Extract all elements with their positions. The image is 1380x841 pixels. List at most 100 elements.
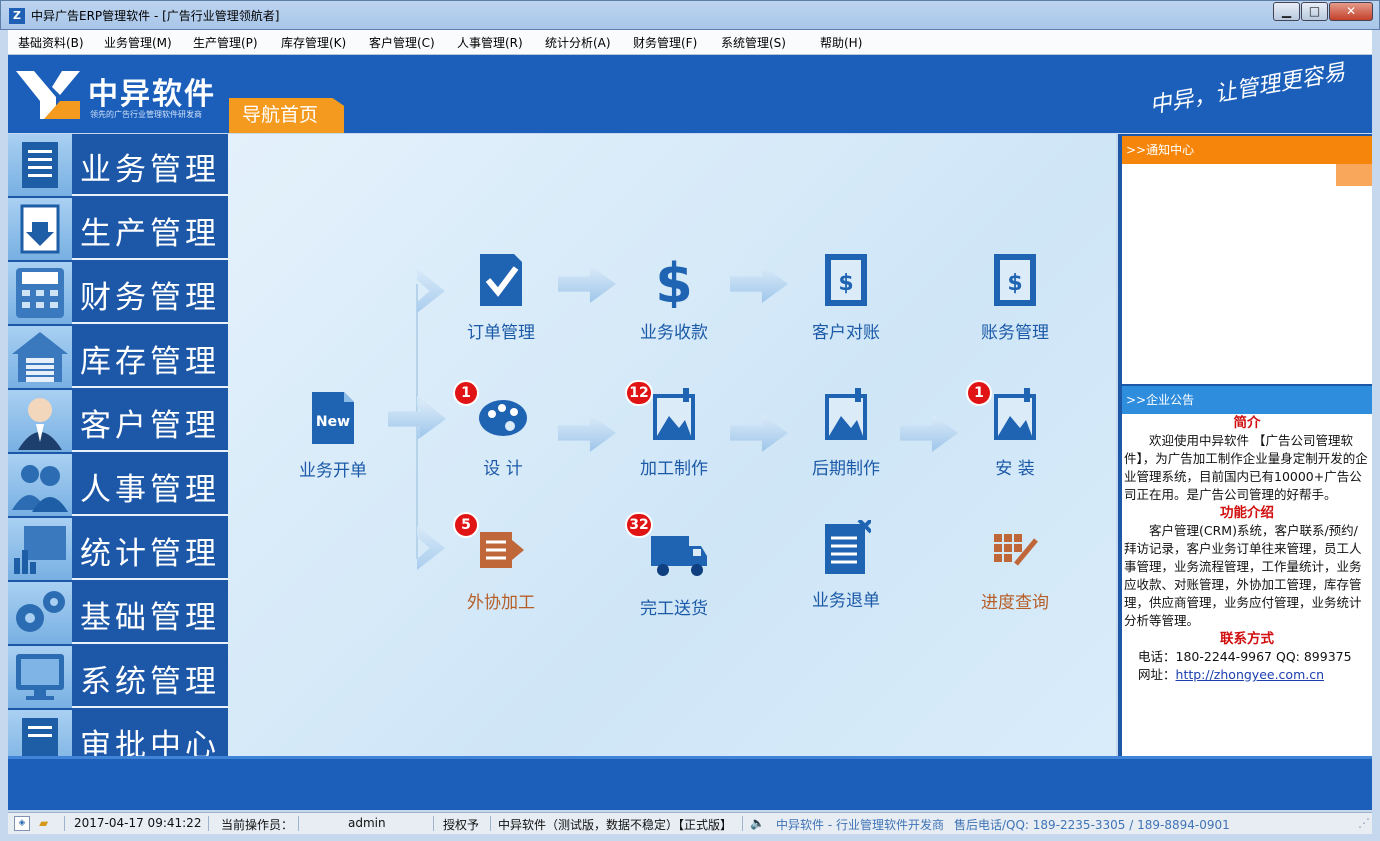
- flow-arrow-icon: [558, 414, 616, 452]
- menu-inventory[interactable]: 库存管理(K): [281, 34, 346, 51]
- gears-icon: [8, 582, 72, 644]
- flow-node-cancel-order[interactable]: 业务退单: [791, 518, 901, 611]
- flow-node-label: 完工送货: [640, 599, 708, 619]
- resize-grip-icon[interactable]: ⋰: [1358, 816, 1370, 830]
- window-titlebar: Z 中异广告ERP管理软件 - [广告行业管理领航者] ▁ □ ✕: [0, 0, 1380, 30]
- production-icon: [8, 198, 72, 260]
- dollar-icon: $: [649, 252, 699, 315]
- flow-node-label: 外协加工: [467, 593, 535, 613]
- flow-node-order-management[interactable]: 订单管理: [446, 252, 556, 343]
- flow-node-label: 设 计: [483, 459, 523, 479]
- svg-text:$: $: [655, 252, 693, 308]
- company-logo-icon: [16, 71, 80, 119]
- menu-customer[interactable]: 客户管理(C): [369, 34, 435, 51]
- minimize-button[interactable]: ▁: [1273, 2, 1300, 21]
- flow-chevron-icon: [417, 269, 445, 313]
- sidebar-item-inventory[interactable]: 库存管理: [8, 326, 228, 388]
- flow-node-delivery[interactable]: 完工送货: [619, 528, 729, 619]
- svg-text:$: $: [1007, 271, 1022, 296]
- notice-tab[interactable]: [1336, 164, 1372, 186]
- status-edition: 中异软件（测试版，数据不稳定）【正式版】: [498, 818, 733, 832]
- sidebar-item-basic[interactable]: 基础管理: [8, 582, 228, 644]
- flow-node-postproduction[interactable]: 后期制作: [791, 388, 901, 479]
- contact-heading: 联系方式: [1220, 631, 1274, 647]
- menu-help[interactable]: 帮助(H): [820, 34, 862, 51]
- palette-icon: [478, 388, 528, 444]
- flow-node-label: 订单管理: [467, 323, 535, 343]
- divider: [742, 816, 743, 831]
- monitor-icon: [8, 646, 72, 708]
- sidebar: 业务管理 生产管理 财务管理 库存管理 客户管理 人事管理 统计管理 基础管理 …: [8, 134, 228, 756]
- sidebar-item-label: 业务管理: [80, 152, 220, 188]
- menu-statistics[interactable]: 统计分析(A): [545, 34, 611, 51]
- sidebar-item-approval[interactable]: 审批中心: [8, 710, 228, 756]
- sidebar-item-business[interactable]: 业务管理: [8, 134, 228, 196]
- people-icon: [8, 454, 72, 516]
- clipboard-icon: [8, 134, 72, 196]
- ledger-icon: $: [990, 252, 1040, 308]
- flow-arrow-icon: [900, 414, 958, 452]
- flow-node-label: 进度查询: [981, 593, 1049, 613]
- flow-node-label: 账务管理: [981, 323, 1049, 343]
- flow-node-label: 业务开单: [299, 461, 367, 481]
- flow-node-new-order[interactable]: New 业务开单: [278, 390, 388, 481]
- sidebar-item-hr[interactable]: 人事管理: [8, 454, 228, 516]
- maximize-button[interactable]: □: [1301, 2, 1328, 21]
- design-badge: 1: [453, 380, 479, 406]
- sidebar-item-production[interactable]: 生产管理: [8, 198, 228, 260]
- flow-chevron-icon: [417, 526, 445, 570]
- divider: [208, 816, 209, 831]
- flow-arrow-icon: [558, 265, 616, 303]
- sidebar-item-label: 基础管理: [80, 600, 220, 636]
- flow-arrow-icon: [730, 414, 788, 452]
- flow-node-label: 客户对账: [812, 323, 880, 343]
- sidebar-item-label: 审批中心: [80, 728, 220, 756]
- flow-node-label: 业务收款: [640, 323, 708, 343]
- folder-icon[interactable]: ▰: [39, 816, 48, 830]
- contact-website: 网址：http://zhongyee.com.cn: [1124, 666, 1370, 684]
- flow-node-progress-query[interactable]: 进度查询: [960, 522, 1070, 613]
- intro-text: 欢迎使用中异软件 【广告公司管理软件】，为广告加工制作企业量身定制开发的企业管理…: [1124, 433, 1368, 502]
- notice-center-header: >>通知中心: [1122, 136, 1372, 164]
- flow-arrow-icon: [730, 265, 788, 303]
- menu-system[interactable]: 系统管理(S): [721, 34, 786, 51]
- outsourcing-badge: 5: [453, 512, 479, 538]
- sidebar-item-label: 客户管理: [80, 408, 220, 444]
- install-icon: [990, 388, 1040, 444]
- menu-production[interactable]: 生产管理(P): [193, 34, 258, 51]
- flow-node-accounts[interactable]: $ 账务管理: [960, 252, 1070, 343]
- tab-nav-home[interactable]: 导航首页: [229, 98, 344, 133]
- menu-business[interactable]: 业务管理(M): [104, 34, 172, 51]
- sidebar-item-system[interactable]: 系统管理: [8, 646, 228, 708]
- sidebar-item-finance[interactable]: 财务管理: [8, 262, 228, 324]
- menu-hr[interactable]: 人事管理(R): [457, 34, 523, 51]
- divider: [298, 816, 299, 831]
- flow-node-label: 后期制作: [812, 459, 880, 479]
- chart-icon: [8, 518, 72, 580]
- reconcile-icon: $: [821, 252, 871, 308]
- flow-node-label: 安 装: [995, 459, 1035, 479]
- sidebar-item-label: 统计管理: [80, 536, 220, 572]
- website-label: 网址：: [1138, 667, 1176, 682]
- close-button[interactable]: ✕: [1329, 2, 1373, 21]
- sidebar-item-statistics[interactable]: 统计管理: [8, 518, 228, 580]
- flow-node-receipts[interactable]: $ 业务收款: [619, 252, 729, 343]
- progress-query-icon: [990, 522, 1040, 578]
- truck-icon: [649, 528, 707, 584]
- website-link[interactable]: http://zhongyee.com.cn: [1176, 667, 1325, 682]
- sidebar-item-customer[interactable]: 客户管理: [8, 390, 228, 452]
- flow-node-label: 加工制作: [640, 459, 708, 479]
- announcement-content: 简介 欢迎使用中异软件 【广告公司管理软件】，为广告加工制作企业量身定制开发的企…: [1122, 414, 1372, 756]
- menu-basic-data[interactable]: 基础资料(B): [18, 34, 84, 51]
- speaker-icon: 🔈: [750, 816, 765, 830]
- menu-finance[interactable]: 财务管理(F): [633, 34, 697, 51]
- install-badge: 1: [966, 380, 992, 406]
- outsource-icon: [476, 522, 526, 578]
- slogan: 中异，让管理更容易: [1147, 59, 1348, 119]
- features-text: 客户管理(CRM)系统，客户联系/预约/拜访记录，客户业务订单往来管理，员工人事…: [1124, 523, 1362, 628]
- flow-node-reconciliation[interactable]: $ 客户对账: [791, 252, 901, 343]
- sidebar-item-label: 财务管理: [80, 280, 220, 316]
- right-panel: >>通知中心 >>企业公告 简介 欢迎使用中异软件 【广告公司管理软件】，为广告…: [1118, 134, 1372, 756]
- nav-icon[interactable]: ◈: [14, 816, 30, 831]
- bottom-area: [8, 756, 1372, 810]
